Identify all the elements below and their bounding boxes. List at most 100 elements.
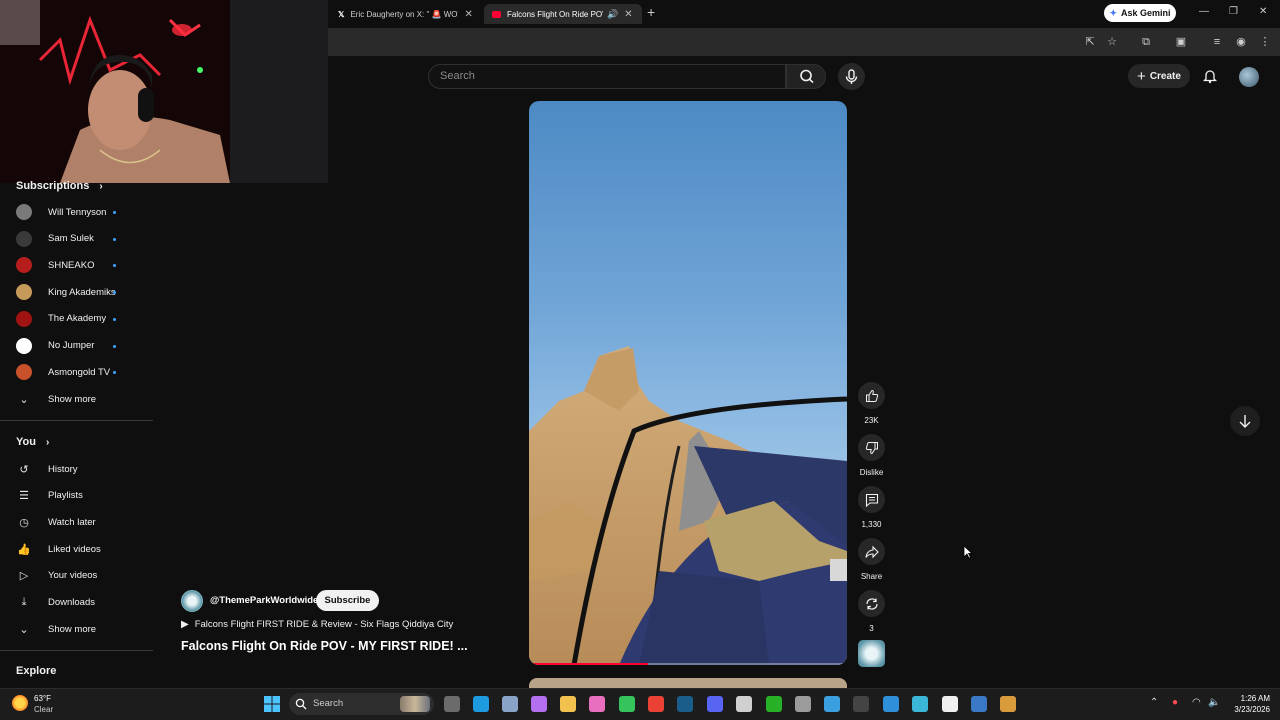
bookmark-star-icon[interactable]: ☆ [1104, 34, 1120, 50]
show-more-subscriptions-button[interactable]: ⌄ Show more [16, 388, 146, 410]
close-tab-icon[interactable]: ✕ [624, 9, 632, 20]
sidebar-item[interactable]: ☰ Playlists [16, 485, 146, 507]
channel-name[interactable]: @ThemeParkWorldwide [210, 595, 318, 606]
share-button[interactable] [858, 538, 885, 565]
wifi-icon[interactable]: ◠ [1192, 697, 1201, 708]
close-window-icon[interactable]: ✕ [1259, 6, 1267, 17]
sidebar-item-label: Playlists [48, 490, 83, 502]
subscription-item[interactable]: Asmongold TV [16, 361, 146, 383]
volume-icon[interactable]: 🔈 [1208, 697, 1220, 708]
file-explorer-icon[interactable] [444, 696, 460, 712]
taskbar-clock[interactable]: 1:26 AM 3/23/2026 [1228, 693, 1270, 715]
playlists-icon: ☰ [19, 490, 29, 503]
chrome-menu-icon[interactable]: ⋮ [1257, 34, 1273, 50]
like-button[interactable] [858, 382, 885, 409]
windows-taskbar [0, 688, 1280, 720]
profile-icon[interactable]: ◉ [1233, 34, 1249, 50]
sidebar-item[interactable]: ↺ History [16, 458, 146, 480]
remix-button[interactable] [858, 590, 885, 617]
obs-icon[interactable] [853, 696, 869, 712]
subscribe-button[interactable]: Subscribe [316, 590, 379, 611]
document-icon[interactable] [942, 696, 958, 712]
subscription-item[interactable]: No Jumper [16, 335, 146, 357]
x-logo-icon: 𝕏 [338, 9, 345, 19]
side-panel-icon[interactable]: ▣ [1173, 34, 1189, 50]
subscription-item[interactable]: SHNEAKO [16, 254, 146, 276]
mouse-cursor-icon [963, 545, 973, 559]
subscription-item[interactable]: The Akademy [16, 308, 146, 330]
minimize-icon[interactable]: — [1199, 6, 1209, 17]
search-button[interactable] [786, 64, 826, 89]
show-more-you-button[interactable]: ⌄ Show more [16, 618, 146, 640]
itunes-icon[interactable] [589, 696, 605, 712]
channel-avatar [16, 204, 32, 220]
sidebar-item-label: Your videos [48, 570, 98, 582]
subscription-item[interactable]: Sam Sulek [16, 228, 146, 250]
extensions-icon[interactable]: ⧉ [1138, 34, 1154, 50]
notifications-bell-icon[interactable] [1202, 68, 1218, 84]
spotify-like-icon[interactable] [619, 696, 635, 712]
photos-icon[interactable] [824, 696, 840, 712]
plus-icon: + [1137, 67, 1146, 85]
streamer-webcam-image [0, 0, 328, 183]
new-tab-icon[interactable]: + [647, 4, 655, 20]
account-avatar[interactable] [1239, 67, 1259, 87]
tray-chevron-icon[interactable]: ⌃ [1150, 697, 1158, 708]
xbox-icon[interactable] [766, 696, 782, 712]
comment-count: 1,330 [861, 520, 882, 529]
weather-widget[interactable]: 63°F Clear [34, 693, 53, 715]
ask-gemini-button[interactable]: ✦ Ask Gemini [1104, 4, 1176, 22]
media-control-icon[interactable]: ≡ [1209, 34, 1225, 50]
restore-icon[interactable]: ❐ [1229, 6, 1238, 17]
channel-avatar[interactable] [181, 590, 203, 612]
copilot-icon[interactable] [531, 696, 547, 712]
settings-gear-icon[interactable] [795, 696, 811, 712]
related-video-link[interactable]: ▶ Falcons Flight FIRST RIDE & Review - S… [181, 619, 453, 630]
shorts-video-player[interactable] [529, 101, 847, 665]
install-app-icon[interactable]: ⇱ [1082, 34, 1098, 50]
youtube-logo-icon [492, 10, 501, 18]
subscriptions-heading[interactable]: Subscriptions › [16, 180, 103, 192]
channel-avatar [16, 364, 32, 381]
subscription-item[interactable]: Will Tennyson [16, 201, 146, 223]
vpn-icon[interactable] [883, 696, 899, 712]
settings-icon[interactable] [502, 696, 518, 712]
comments-button[interactable] [858, 486, 885, 513]
video-progress-track[interactable] [533, 663, 843, 665]
related-video-title: Falcons Flight FIRST RIDE & Review - Six… [194, 619, 454, 630]
show-more-label: Show more [48, 393, 97, 405]
sidebar-item[interactable]: 👍 Liked videos [16, 538, 146, 560]
g-hub-icon[interactable] [736, 696, 752, 712]
create-button[interactable]: + Create [1128, 64, 1190, 88]
folder-icon[interactable] [560, 696, 576, 712]
create-label: Create [1149, 70, 1181, 82]
edge-icon[interactable] [473, 696, 489, 712]
voice-search-button[interactable] [838, 63, 865, 90]
tab-title: Eric Daugherty on X: " 🚨 WOW [350, 9, 459, 19]
video-title[interactable]: Falcons Flight On Ride POV - MY FIRST RI… [181, 639, 468, 653]
close-tab-icon[interactable]: ✕ [464, 9, 472, 20]
chevron-down-icon: ⌄ [19, 393, 29, 406]
channel-sound-avatar[interactable] [858, 640, 885, 667]
next-short-button[interactable] [1230, 406, 1260, 436]
subscription-item[interactable]: King Akademiks [16, 281, 146, 303]
windows-start-icon[interactable] [264, 696, 280, 712]
chrome-icon[interactable] [648, 696, 664, 712]
microphone-tray-icon[interactable]: ● [1172, 697, 1178, 708]
dislike-button[interactable] [858, 434, 885, 461]
sidebar-item[interactable]: ◷ Watch later [16, 511, 146, 533]
notepad-icon[interactable] [912, 696, 928, 712]
search-input[interactable]: Search [428, 64, 786, 89]
you-heading[interactable]: You › [16, 436, 49, 448]
paint-icon[interactable] [1000, 696, 1016, 712]
sidebar-item[interactable]: ⤓ Downloads [16, 592, 146, 614]
tab-falcons-flight[interactable]: Falcons Flight On Ride POV 🔊 ✕ [484, 4, 642, 24]
discord-icon[interactable] [707, 696, 723, 712]
tab-eric-daugherty[interactable]: 𝕏 Eric Daugherty on X: " 🚨 WOW ✕ [330, 4, 480, 24]
video-progress-fill [533, 663, 648, 665]
steam-icon[interactable] [677, 696, 693, 712]
sidebar-item[interactable]: ▷ Your videos [16, 565, 146, 587]
you-label: You [16, 436, 36, 448]
app-icon[interactable] [971, 696, 987, 712]
audio-playing-icon[interactable]: 🔊 [607, 9, 618, 20]
